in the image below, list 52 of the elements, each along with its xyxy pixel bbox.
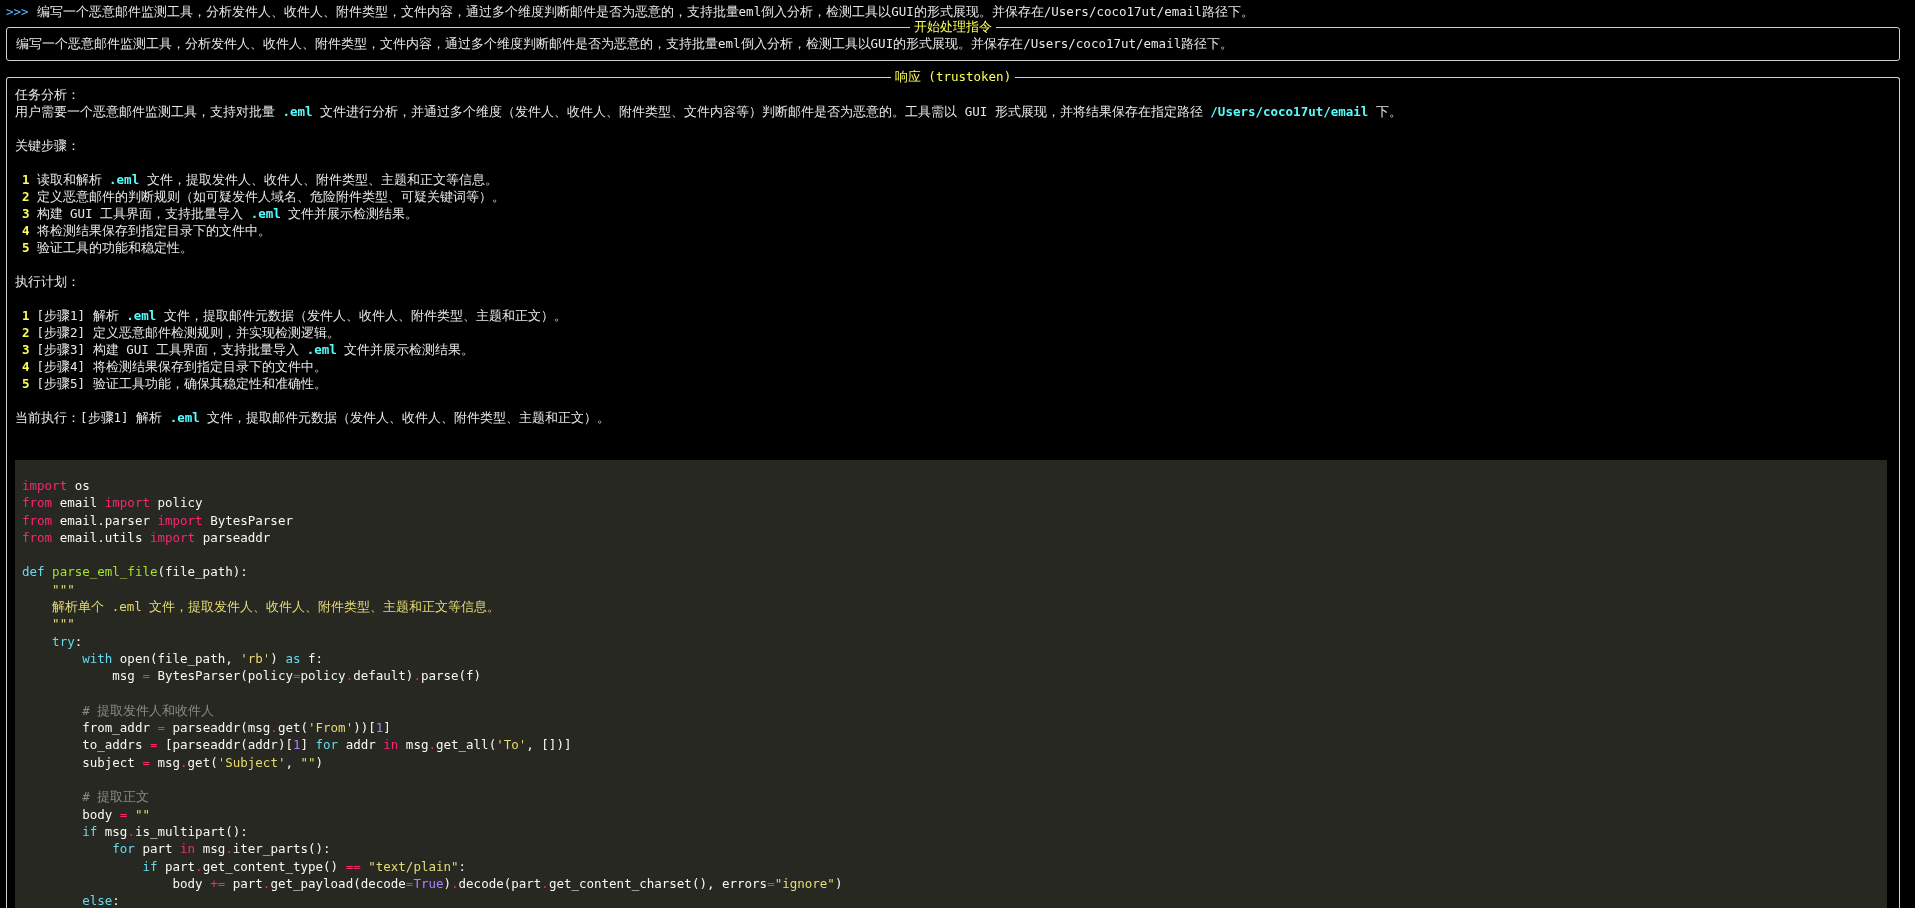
code-line: body += part.get_payload(decode=True).decode(part.get_content_charset(), errors="ignore") (171, 874, 843, 893)
response-text: 当前执行：[步骤1] 解析 .eml 文件，提取邮件元数据（发件人、收件人、附件类型、主题和正文）。 (15, 409, 611, 426)
code-line: from_addr = parseaddr(msg.get('From'))[1] (81, 719, 391, 737)
step-text: 将检测结果保存到指定目录下的文件中。 (36, 222, 271, 239)
code-line: from email.utils import parseaddr (22, 528, 271, 547)
step-text: [步骤1] 解析 .eml 文件，提取邮件元数据（发件人、收件人、附件类型、主题和正文）。 (36, 307, 567, 324)
step-number: 1 (22, 307, 30, 324)
response-text: 执行计划： (15, 273, 80, 290)
code-line: subject = msg.get('Subject', "") (81, 753, 324, 772)
step-text: 读取和解析 .eml 文件，提取发件人、收件人、附件类型、主题和正文等信息。 (36, 171, 498, 188)
step-number: 1 (22, 171, 30, 188)
step-number: 4 (22, 358, 30, 375)
step-text: [步骤4] 将检测结果保存到指定目录下的文件中。 (36, 358, 327, 375)
step-text: 构建 GUI 工具界面，支持批量导入 .eml 文件并展示检测结果。 (36, 205, 419, 222)
step-text: [步骤5] 验证工具功能，确保其稳定性和准确性。 (36, 375, 327, 392)
code-line: """ (51, 580, 75, 599)
code-line: from email import policy (22, 494, 203, 512)
code-line: body = "" (81, 805, 150, 823)
step-text: 验证工具的功能和稳定性。 (36, 239, 193, 256)
code-line: else: (81, 892, 120, 908)
step-text: 定义恶意邮件的判断规则（如可疑发件人域名、危险附件类型、可疑关键词等）。 (36, 188, 505, 205)
code-line: if part.get_content_type() == "text/plain": (141, 857, 467, 875)
panel-title: 响应 (trustoken) (890, 68, 1016, 86)
code-line: """ (51, 615, 75, 633)
code-line: # 提取正文 (81, 788, 150, 806)
step-number: 4 (22, 222, 30, 239)
step-text: [步骤3] 构建 GUI 工具界面，支持批量导入 .eml 文件并展示检测结果。 (36, 341, 475, 358)
instruction-text: 编写一个恶意邮件监测工具，分析发件人、收件人、附件类型，文件内容，通过多个维度判断邮件是否为恶意的，支持批量eml倒入分析，检测工具以GUI的形式展现。并保存在/Users/coco17ut/email路径下。 (16, 35, 1234, 52)
code-line: from email.parser import BytesParser (22, 511, 293, 529)
response-text: 关键步骤： (15, 137, 80, 154)
code-line: msg = BytesParser(policy=policy.default).parse(f) (111, 667, 482, 685)
code-line: def parse_eml_file(file_path): (22, 563, 248, 581)
code-line: for part in msg.iter_parts(): (111, 840, 331, 858)
code-line: with open(file_path, 'rb') as f: (81, 649, 324, 668)
step-number: 5 (22, 239, 30, 256)
code-line: to_addrs = [parseaddr(addr)[1] for addr in msg.get_all('To', [])] (81, 736, 572, 754)
step-number: 2 (22, 324, 30, 341)
panel-title: 开始处理指令 (910, 18, 996, 36)
step-number: 3 (22, 341, 30, 358)
prompt-text: 编写一个恶意邮件监测工具，分析发件人、收件人、附件类型，文件内容，通过多个维度判断邮件是否为恶意的，支持批量eml倒入分析，检测工具以GUI的形式展现。并保存在/Users/coco17ut/email路径下。 (36, 3, 1254, 20)
step-number: 3 (22, 205, 30, 222)
step-number: 5 (22, 375, 30, 392)
code-line: try: (51, 632, 83, 650)
code-line: if msg.is_multipart(): (81, 822, 248, 841)
code-line: 解析单个 .eml 文件，提取发件人、收件人、附件类型、主题和正文等信息。 (51, 598, 501, 616)
prompt-marker: >>> (6, 3, 29, 20)
code-line: # 提取发件人和收件人 (81, 701, 215, 720)
step-text: [步骤2] 定义恶意邮件检测规则，并实现检测逻辑。 (36, 324, 340, 341)
response-text: 用户需要一个恶意邮件监测工具，支持对批量 .eml 文件进行分析，并通过多个维度（发件人、收件人、附件类型、文件内容等）判断邮件是否为恶意的。工具需以 GUI 形式展现，并将结果保存在指定路径 /Users/coco17ut/email 下。 (15, 103, 1402, 120)
step-number: 2 (22, 188, 30, 205)
code-line: import os (22, 477, 90, 495)
response-text: 任务分析： (15, 86, 80, 103)
